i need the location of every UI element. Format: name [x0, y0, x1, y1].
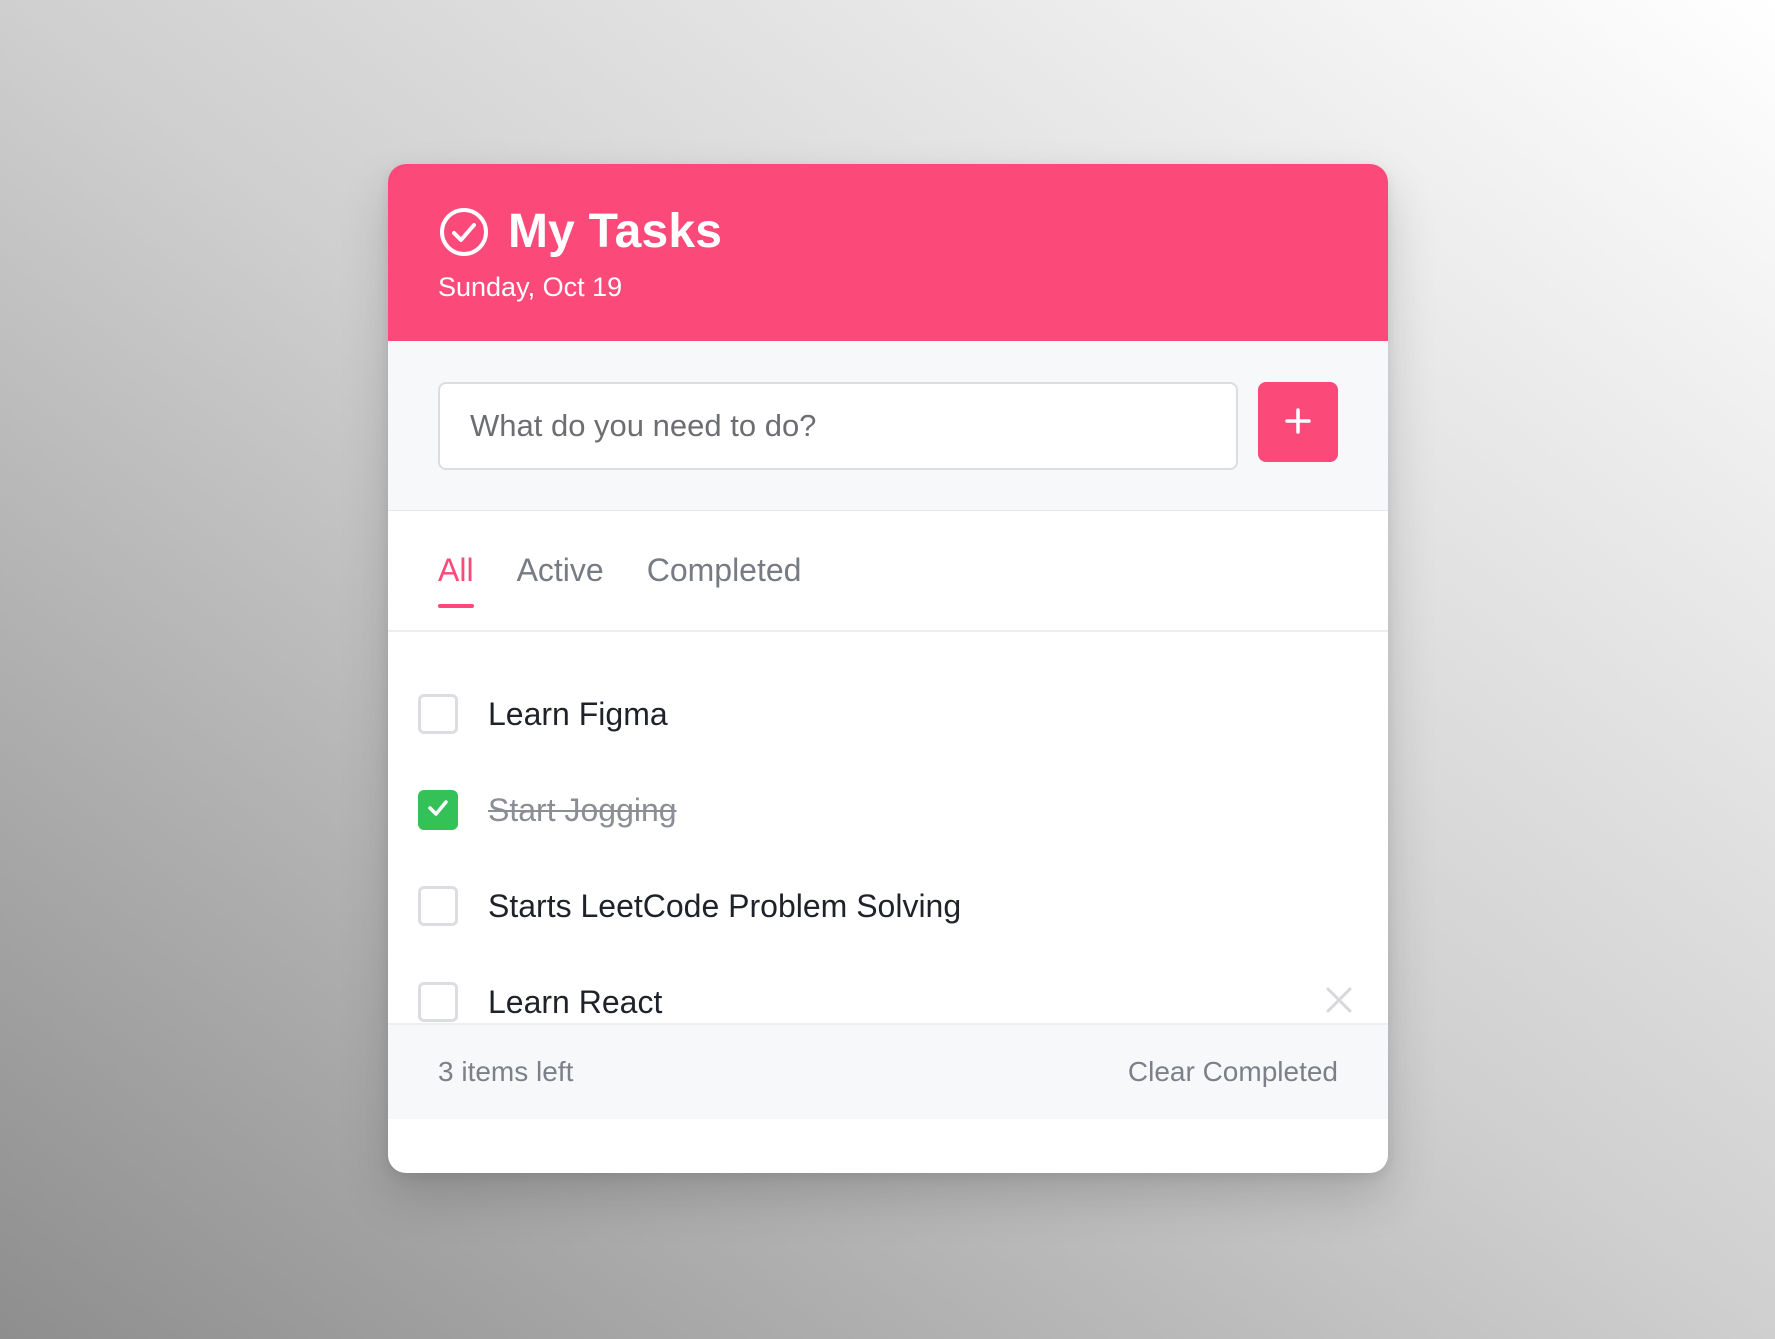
add-task-button[interactable] [1258, 382, 1338, 462]
task-list: Learn Figma Start Jogging Starts LeetCod… [388, 632, 1388, 1025]
tab-active[interactable]: Active [517, 550, 604, 630]
task-row: Start Jogging [388, 762, 1388, 858]
items-left-count: 3 items left [438, 1056, 574, 1087]
tab-all[interactable]: All [438, 550, 474, 630]
add-task-section [388, 341, 1388, 511]
tab-completed[interactable]: Completed [647, 550, 802, 630]
filter-tabs: All Active Completed [388, 511, 1388, 632]
task-checkbox[interactable] [418, 886, 458, 926]
checkmark-icon [425, 795, 451, 826]
delete-task-button[interactable] [1324, 987, 1354, 1017]
task-row: Learn Figma [388, 666, 1388, 762]
plus-icon [1283, 406, 1313, 439]
task-row: Learn React [388, 954, 1388, 1050]
task-label: Learn Figma [488, 696, 668, 732]
task-checkbox[interactable] [418, 790, 458, 830]
close-icon [1325, 986, 1353, 1019]
date-label: Sunday, Oct 19 [438, 272, 623, 302]
task-checkbox[interactable] [418, 982, 458, 1022]
new-task-input[interactable] [438, 382, 1238, 470]
clear-completed-button[interactable]: Clear Completed [1128, 1056, 1338, 1088]
title-row: My Tasks [438, 204, 1338, 260]
task-row: Starts LeetCode Problem Solving [388, 858, 1388, 954]
page-title: My Tasks [508, 205, 723, 258]
todo-card: My Tasks Sunday, Oct 19 All Active Compl… [388, 164, 1388, 1173]
task-label: Learn React [488, 984, 663, 1020]
check-circle-icon [438, 206, 490, 258]
header: My Tasks Sunday, Oct 19 [388, 164, 1388, 341]
task-label: Starts LeetCode Problem Solving [488, 888, 962, 924]
task-checkbox[interactable] [418, 694, 458, 734]
task-label: Start Jogging [488, 792, 677, 828]
